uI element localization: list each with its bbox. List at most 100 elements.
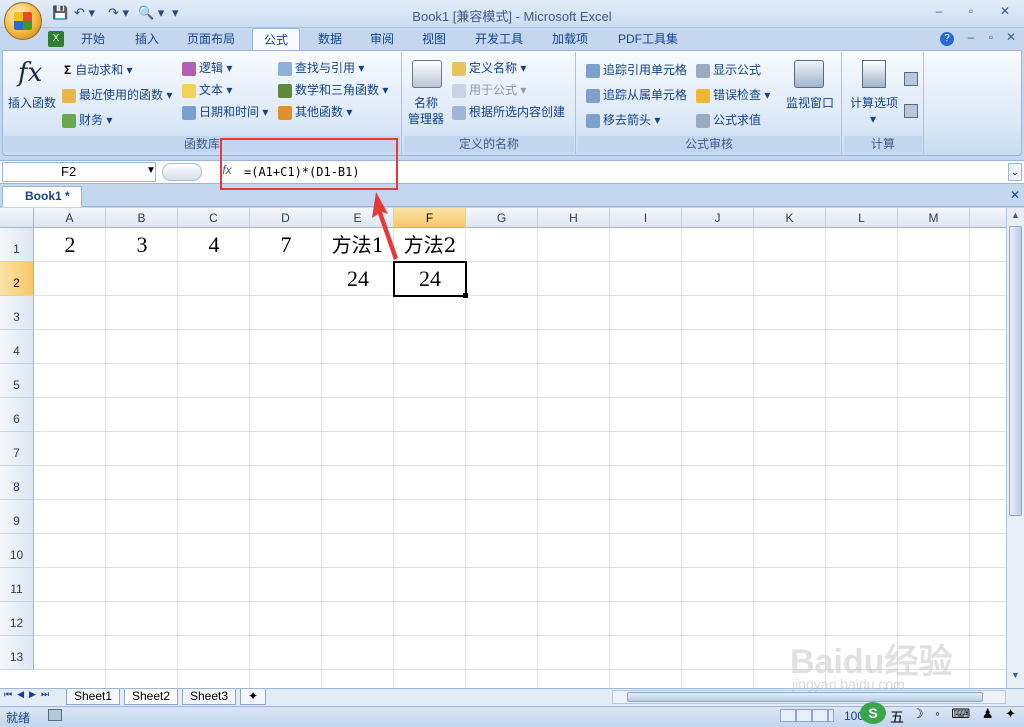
error-checking-button[interactable]: 错误检查 ▾ xyxy=(696,87,770,103)
ime-mode[interactable]: 五 xyxy=(890,707,904,727)
cell-E2[interactable]: 24 xyxy=(322,262,394,296)
calculate-now-icon[interactable] xyxy=(904,72,918,86)
row-header-7[interactable]: 7 xyxy=(0,432,34,466)
tab-pdf-tools[interactable]: PDF工具集 xyxy=(608,28,688,50)
show-formulas-button[interactable]: 显示公式 xyxy=(696,62,761,78)
math-trig-button[interactable]: 数学和三角函数 ▾ xyxy=(278,82,388,98)
tab-formulas[interactable]: 公式 xyxy=(252,28,300,50)
office-button[interactable] xyxy=(4,2,42,40)
tab-review[interactable]: 审阅 xyxy=(360,28,404,50)
select-all-corner[interactable] xyxy=(0,208,34,228)
close-button[interactable]: ✕ xyxy=(994,4,1016,20)
restore-button[interactable]: ▫ xyxy=(960,4,982,20)
row-header-11[interactable]: 11 xyxy=(0,568,34,602)
column-header-C[interactable]: C xyxy=(178,208,250,228)
datetime-button[interactable]: 日期和时间 ▾ xyxy=(182,104,268,120)
vertical-scrollbar[interactable]: ▲ ▼ xyxy=(1006,208,1024,688)
watch-window-button[interactable]: 监视窗口 xyxy=(786,95,834,111)
tab-view[interactable]: 视图 xyxy=(412,28,456,50)
ribbon-close-button[interactable]: ✕ xyxy=(1000,30,1022,46)
recent-functions-button[interactable]: 最近使用的函数 ▾ xyxy=(62,87,172,103)
tab-page-layout[interactable]: 页面布局 xyxy=(178,28,244,50)
ime-toolbar-icons[interactable]: ☽ ◦ ⌨ ♟ ✦ xyxy=(912,706,1020,722)
sheet-nav-icons[interactable]: ⏮◀▶⏭ xyxy=(4,689,54,700)
text-button[interactable]: 文本 ▾ xyxy=(182,82,232,98)
column-header-F[interactable]: F xyxy=(394,208,466,228)
cell-F2-selected[interactable]: 24 xyxy=(393,261,467,297)
cell-D1[interactable]: 7 xyxy=(250,228,322,262)
ime-s-icon[interactable]: S xyxy=(860,702,886,724)
vertical-scroll-thumb[interactable] xyxy=(1009,226,1022,516)
name-box[interactable]: F2 xyxy=(2,162,156,182)
column-header-M[interactable]: M xyxy=(898,208,970,228)
evaluate-formula-button[interactable]: 公式求值 xyxy=(696,112,761,128)
row-header-9[interactable]: 9 xyxy=(0,500,34,534)
column-header-B[interactable]: B xyxy=(106,208,178,228)
minimize-button[interactable]: – xyxy=(928,4,950,20)
row-header-5[interactable]: 5 xyxy=(0,364,34,398)
calculate-sheet-icon[interactable] xyxy=(904,104,918,118)
more-functions-button[interactable]: 其他函数 ▾ xyxy=(278,104,352,120)
row-header-1[interactable]: 1 xyxy=(0,228,34,262)
fill-handle[interactable] xyxy=(463,293,468,298)
row-header-13[interactable]: 13 xyxy=(0,636,34,670)
row-header-6[interactable]: 6 xyxy=(0,398,34,432)
expand-formula-bar-icon[interactable]: ⌄ xyxy=(1008,163,1022,181)
ribbon-restore-button[interactable]: ▫ xyxy=(980,30,1002,46)
column-header-L[interactable]: L xyxy=(826,208,898,228)
sheet-tab-sheet1[interactable]: Sheet1 xyxy=(66,689,120,705)
create-from-selection-button[interactable]: 根据所选内容创建 xyxy=(452,104,565,120)
insert-sheet-icon[interactable]: ✦ xyxy=(240,689,266,705)
column-header-A[interactable]: A xyxy=(34,208,106,228)
tab-developer[interactable]: 开发工具 xyxy=(466,28,532,50)
tab-insert[interactable]: 插入 xyxy=(124,28,170,50)
insert-function-button[interactable]: 插入函数 xyxy=(8,95,56,111)
cell-B1[interactable]: 3 xyxy=(106,228,178,262)
horizontal-scroll-thumb[interactable] xyxy=(627,692,983,702)
scroll-down-icon[interactable]: ▼ xyxy=(1009,670,1022,684)
calculation-options-button[interactable]: 计算选项 ▾ xyxy=(850,95,898,127)
sheet-tab-sheet3[interactable]: Sheet3 xyxy=(182,689,236,705)
spreadsheet-grid[interactable]: ABCDEFGHIJKLM 1 2 3 4 5 6 7 8 9 10 11 12 13 2 3 4 7 … xyxy=(0,208,1006,688)
use-in-formula-button[interactable]: 用于公式 ▾ xyxy=(452,82,526,98)
cell-C1[interactable]: 4 xyxy=(178,228,250,262)
name-manager-label-2[interactable]: 管理器 xyxy=(408,111,444,127)
horizontal-scrollbar[interactable] xyxy=(612,690,1006,704)
macro-record-icon[interactable] xyxy=(48,709,62,721)
tab-addins[interactable]: 加载项 xyxy=(542,28,598,50)
scroll-up-icon[interactable]: ▲ xyxy=(1009,210,1022,224)
column-header-H[interactable]: H xyxy=(538,208,610,228)
trace-dependents-button[interactable]: 追踪从属单元格 xyxy=(586,87,687,103)
column-header-I[interactable]: I xyxy=(610,208,682,228)
remove-arrows-button[interactable]: 移去箭头 ▾ xyxy=(586,112,660,128)
trace-precedents-button[interactable]: 追踪引用单元格 xyxy=(586,62,687,78)
row-header-8[interactable]: 8 xyxy=(0,466,34,500)
row-header-3[interactable]: 3 xyxy=(0,296,34,330)
tab-data[interactable]: 数据 xyxy=(308,28,352,50)
cell-A1[interactable]: 2 xyxy=(34,228,106,262)
row-header-10[interactable]: 10 xyxy=(0,534,34,568)
column-header-D[interactable]: D xyxy=(250,208,322,228)
row-header-2[interactable]: 2 xyxy=(0,262,34,296)
column-header-J[interactable]: J xyxy=(682,208,754,228)
logical-button[interactable]: 逻辑 ▾ xyxy=(182,60,232,76)
help-icon[interactable]: ? xyxy=(940,32,954,46)
financial-button[interactable]: 财务 ▾ xyxy=(62,112,112,128)
row-header-12[interactable]: 12 xyxy=(0,602,34,636)
tab-home[interactable]: 开始 xyxy=(70,28,116,50)
column-header-K[interactable]: K xyxy=(754,208,826,228)
view-buttons[interactable] xyxy=(780,709,834,722)
column-header-G[interactable]: G xyxy=(466,208,538,228)
name-box-dropdown-icon[interactable]: ▼ xyxy=(146,165,156,176)
cell-F1[interactable]: 方法2 xyxy=(394,228,466,262)
row-header-4[interactable]: 4 xyxy=(0,330,34,364)
workbook-tab[interactable]: Book1 * xyxy=(2,186,82,207)
define-name-button[interactable]: 定义名称 ▾ xyxy=(452,60,526,76)
autosum-button[interactable]: Σ 自动求和 ▾ xyxy=(64,62,133,78)
sheet-tab-sheet2[interactable]: Sheet2 xyxy=(124,689,178,705)
lookup-button[interactable]: 查找与引用 ▾ xyxy=(278,60,364,76)
name-manager-label-1[interactable]: 名称 xyxy=(414,95,438,111)
formula-bar-splitter[interactable] xyxy=(162,163,202,181)
close-workbook-icon[interactable]: ✕ xyxy=(1010,188,1020,202)
ribbon-minimize-button[interactable]: – xyxy=(960,30,982,46)
